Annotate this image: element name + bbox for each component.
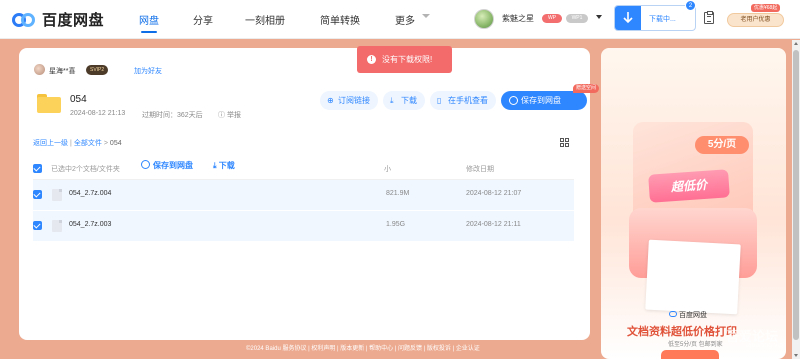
file-name[interactable]: 054_2.7z.004 xyxy=(69,190,111,197)
ad-brand-label: 百度网盘 xyxy=(679,312,707,319)
print-service-ad[interactable]: 5分/页 超低价 百度网盘 文档资料超低价格打印 低至5分/页 包邮到家 xyxy=(601,48,786,359)
cloud-save-icon xyxy=(141,160,150,169)
nav-item-netdisk[interactable]: 网盘 xyxy=(139,12,159,27)
subscribe-link-button[interactable]: ⊕ 订阅链接 xyxy=(320,91,378,110)
toast-text: 没有下载权限! xyxy=(382,55,433,64)
breadcrumb-current: 054 xyxy=(109,140,122,147)
cloud-save-icon xyxy=(509,96,518,105)
column-size[interactable]: 小 xyxy=(384,164,391,174)
downloading-label: 下载中... xyxy=(649,16,676,23)
report-link[interactable]: ⓘ 举报 xyxy=(218,110,241,120)
table-row[interactable]: 054_2.7z.003 1.95G 2024-08-12 21:11 xyxy=(33,211,574,241)
share-created-time: 2024-08-12 21:13 xyxy=(70,110,126,117)
download-label: 下载 xyxy=(401,96,417,105)
page-scrollbar[interactable] xyxy=(792,40,800,359)
download-icon: ⤓ xyxy=(390,96,394,105)
old-user-offer-button[interactable]: 老用户优惠 xyxy=(727,13,784,27)
download-button[interactable]: ⤓ 下载 xyxy=(383,91,425,110)
ad-brand: 百度网盘 xyxy=(669,310,707,320)
sharer-info: 星海**喜 SVIP2 加为好友 xyxy=(34,64,162,75)
save-to-netdisk-label: 保存到网盘 xyxy=(521,96,561,105)
baidu-netdisk-cloud-icon xyxy=(12,10,36,30)
scrollbar-thumb[interactable] xyxy=(793,50,799,340)
share-title: 054 xyxy=(70,94,87,105)
vip-offer-tag: 优惠¥68起 xyxy=(751,4,781,12)
plus-icon: ⊕ xyxy=(327,96,334,105)
top-navigation-bar: 百度网盘 网盘 分享 一刻相册 简单转换 更多 紫魅之星 WP WP1 下载中.… xyxy=(0,0,800,39)
batch-save-button[interactable]: 保存到网盘 xyxy=(141,160,193,171)
no-permission-toast: ! 没有下载权限! xyxy=(357,46,452,73)
file-table-header: 已选中2个文档/文件夹 保存到网盘 ⤓ 下载 小 修改日期 xyxy=(33,160,574,180)
sharer-avatar[interactable] xyxy=(34,64,45,75)
chevron-down-icon[interactable] xyxy=(596,15,602,19)
row-checkbox[interactable] xyxy=(33,221,42,230)
view-on-phone-label: 在手机查看 xyxy=(448,96,488,105)
view-on-phone-button[interactable]: ▯ 在手机查看 xyxy=(430,91,496,110)
svip-badge: SVIP2 xyxy=(86,65,109,75)
save-promo-tag: 赠送空间 xyxy=(573,84,600,93)
breadcrumb: 返回上一级 | 全部文件 >054 xyxy=(33,140,122,147)
row-checkbox[interactable] xyxy=(33,190,42,199)
chevron-down-icon[interactable] xyxy=(422,14,430,18)
nav-item-more[interactable]: 更多 xyxy=(395,12,415,27)
file-size: 821.9M xyxy=(386,190,410,197)
username[interactable]: 紫魅之星 xyxy=(502,13,534,24)
clipboard-icon[interactable] xyxy=(704,11,714,24)
avatar[interactable] xyxy=(474,9,494,29)
grid-view-icon[interactable] xyxy=(560,138,570,148)
scroll-up-icon[interactable] xyxy=(794,42,798,45)
baidu-netdisk-cloud-icon xyxy=(669,311,677,317)
logo[interactable]: 百度网盘 xyxy=(12,9,104,30)
archive-file-icon xyxy=(52,189,62,201)
nav-item-share[interactable]: 分享 xyxy=(193,12,213,27)
ad-cta-button[interactable] xyxy=(661,350,719,359)
alert-icon: ! xyxy=(367,55,376,64)
table-row[interactable]: 054_2.7z.004 821.9M 2024-08-12 21:07 xyxy=(33,180,574,210)
report-label: 举报 xyxy=(226,112,241,119)
folder-icon xyxy=(37,94,61,113)
level-badge: WP1 xyxy=(566,14,588,23)
save-to-netdisk-button[interactable]: 保存到网盘 xyxy=(501,91,587,110)
wp-badge: WP xyxy=(542,14,562,23)
select-all-checkbox[interactable] xyxy=(33,164,42,173)
share-meta: 2024-08-12 21:13 过期时间：362天后 ⓘ 举报 xyxy=(70,110,241,119)
download-arrow-icon xyxy=(615,6,641,30)
nav-item-convert[interactable]: 简单转换 xyxy=(320,12,360,27)
share-file-card: 星海**喜 SVIP2 加为好友 054 2024-08-12 21:13 过期… xyxy=(19,48,600,340)
logo-text: 百度网盘 xyxy=(42,12,105,29)
file-name[interactable]: 054_2.7z.003 xyxy=(69,221,111,228)
batch-download-button[interactable]: ⤓ 下载 xyxy=(213,160,235,171)
phone-icon: ▯ xyxy=(437,96,442,105)
downloading-button[interactable]: 下载中... xyxy=(614,5,696,31)
nav-active-indicator xyxy=(141,31,157,33)
footer-links[interactable]: ©2024 Baidu 服务协议 | 权利声明 | 版本更新 | 帮助中心 | … xyxy=(246,343,480,352)
download-count-badge: 2 xyxy=(685,0,696,11)
share-expire-time: 过期时间：362天后 xyxy=(142,112,203,119)
watermark-url: laowang.vip xyxy=(746,342,783,349)
add-friend-link[interactable]: 加为好友 xyxy=(134,66,162,76)
user-menu[interactable]: 紫魅之星 WP WP1 xyxy=(474,8,602,30)
column-date[interactable]: 修改日期 xyxy=(466,164,494,174)
ad-low-price: 超低价 xyxy=(648,169,730,203)
ad-headline: 文档资料超低价格打印 xyxy=(627,326,737,338)
file-size: 1.95G xyxy=(386,221,406,228)
archive-file-icon xyxy=(52,220,62,232)
file-date: 2024-08-12 21:07 xyxy=(466,190,522,197)
sharer-name: 星海**喜 xyxy=(49,68,76,75)
breadcrumb-all-files[interactable]: 全部文件 xyxy=(74,140,102,147)
ad-subtitle: 低至5分/页 包邮到家 xyxy=(668,342,723,348)
ad-price: 5分/页 xyxy=(695,136,749,154)
batch-save-label: 保存到网盘 xyxy=(153,161,193,170)
printer-illustration: 5分/页 超低价 xyxy=(623,122,763,332)
scroll-down-icon[interactable] xyxy=(794,354,798,357)
file-date: 2024-08-12 21:11 xyxy=(466,221,521,228)
nav-item-album[interactable]: 一刻相册 xyxy=(245,12,285,27)
subscribe-label: 订阅链接 xyxy=(338,96,370,105)
selected-count: 已选中2个文档/文件夹 xyxy=(51,166,120,173)
batch-download-label: 下载 xyxy=(218,161,235,170)
breadcrumb-back[interactable]: 返回上一级 xyxy=(33,140,68,147)
